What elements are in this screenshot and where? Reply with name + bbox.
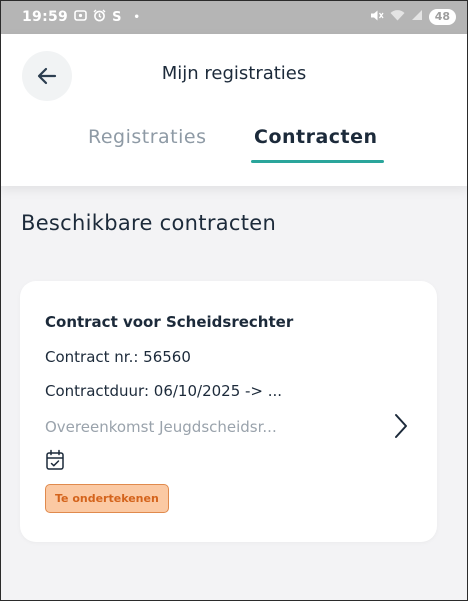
contract-number: Contract nr.: 56560 [45,348,191,366]
signal-icon [411,9,423,25]
contract-description: Overeenkomst Jeugdscheidsr... [45,418,277,436]
contract-card[interactable]: Contract voor Scheidsrechter Contract nr… [20,281,437,542]
status-bar-right: 48 [370,9,456,26]
notification-dot: • [133,11,140,23]
status-bar-left: 19:59 S • [22,9,140,25]
status-badge: Te ondertekenen [45,484,169,513]
contract-duration: Contractduur: 06/10/2025 -> ... [45,382,283,400]
contract-title: Contract voor Scheidsrechter [45,313,294,331]
tab-contracten[interactable]: Contracten [254,126,378,148]
chevron-right-icon[interactable] [393,412,409,440]
carrier-letter: S [112,9,122,25]
section-title: Beschikbare contracten [21,211,277,235]
calendar-check-icon [46,449,64,470]
status-bar: 19:59 S • 48 [0,0,468,34]
status-time: 19:59 [22,9,69,25]
mute-icon [370,9,384,26]
screenshot-icon [74,9,87,25]
battery-indicator: 48 [428,9,456,25]
page-title: Mijn registraties [161,63,307,84]
tab-registraties[interactable]: Registraties [88,126,207,148]
active-tab-indicator [251,160,384,163]
wifi-icon [390,9,405,25]
app-header: Mijn registraties Registraties Contracte… [0,34,468,186]
alarm-icon [93,9,106,25]
